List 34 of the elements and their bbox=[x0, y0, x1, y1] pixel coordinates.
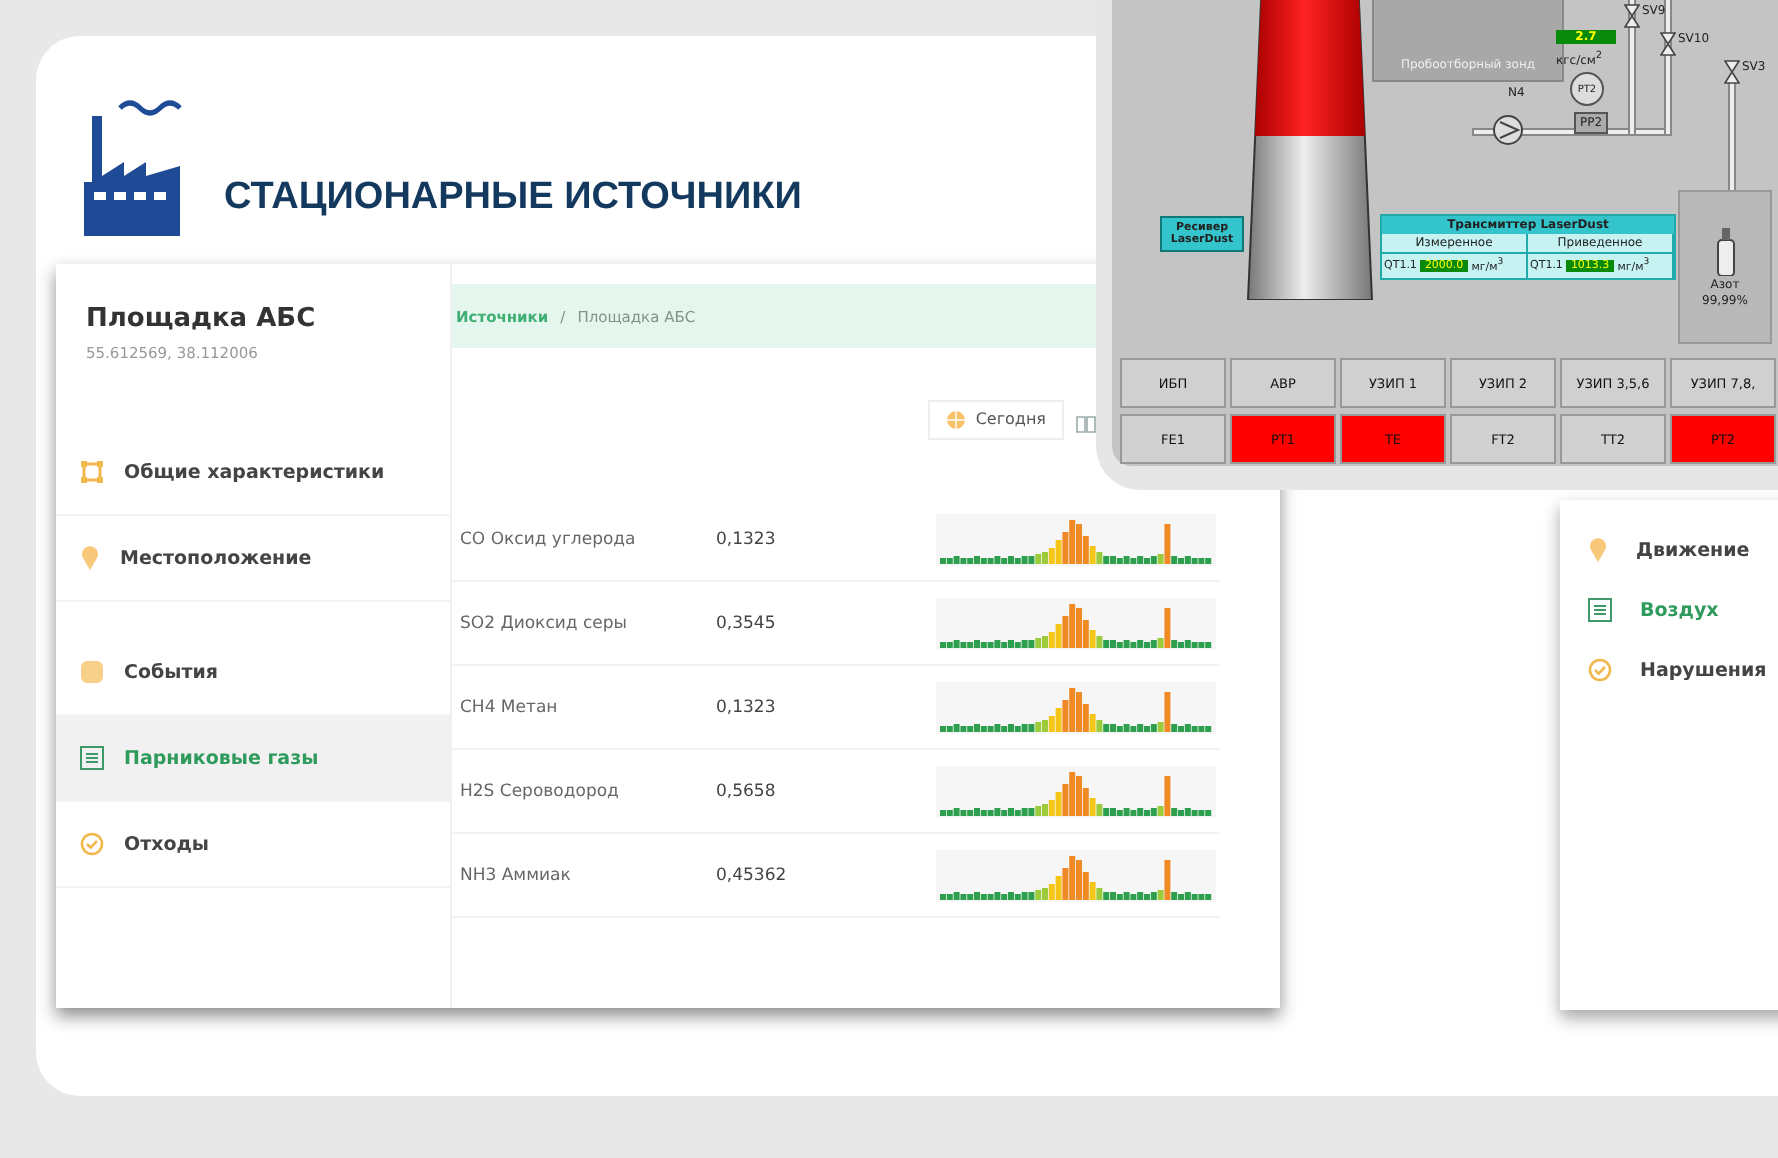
gas-value: 0,45362 bbox=[716, 865, 789, 885]
gas-name: SO2 Диоксид серы bbox=[460, 613, 629, 633]
date-button[interactable]: Сегодня bbox=[927, 399, 1064, 439]
gas-name: CH4 Метан bbox=[460, 697, 560, 717]
check-circle-icon bbox=[1588, 658, 1612, 682]
sidebar-item[interactable]: Нарушения bbox=[1588, 640, 1778, 700]
sidebar-item[interactable]: Общие характеристики bbox=[56, 430, 450, 516]
gas-value: 0,1323 bbox=[716, 529, 778, 549]
site-name: Площадка АБС bbox=[84, 304, 318, 334]
sidebar-item[interactable]: Местоположение bbox=[56, 516, 450, 602]
gas-bottle-icon bbox=[1715, 227, 1735, 275]
gas-name: NH3 Аммиак bbox=[460, 865, 573, 885]
globe-icon bbox=[945, 409, 966, 429]
gas-value: 0,3545 bbox=[716, 613, 778, 633]
gas-name: H2S Сероводород bbox=[460, 781, 621, 801]
calendar-icon bbox=[80, 660, 104, 684]
valve-icon bbox=[1724, 60, 1740, 84]
gas-name: CO Оксид углерода bbox=[460, 529, 638, 549]
pump-icon bbox=[1492, 114, 1524, 146]
check-circle-icon bbox=[80, 832, 104, 856]
gas-value: 0,1323 bbox=[716, 697, 778, 717]
location-pin-icon bbox=[1588, 538, 1608, 562]
book-icon[interactable] bbox=[1076, 413, 1096, 433]
sidebar-item[interactable]: Воздух bbox=[1588, 580, 1778, 640]
valve-icon bbox=[1624, 4, 1640, 28]
sidebar-item[interactable]: Отходы bbox=[56, 802, 450, 888]
valve-icon bbox=[1660, 32, 1676, 56]
location-pin-icon bbox=[80, 546, 100, 570]
gas-value: 0,5658 bbox=[716, 781, 778, 801]
page-title: СТАЦИОНАРНЫЕ ИСТОЧНИКИ bbox=[224, 176, 802, 220]
sidebar-item[interactable]: Движение bbox=[1588, 520, 1778, 580]
list-icon bbox=[80, 746, 104, 770]
frame-icon bbox=[80, 460, 104, 484]
list-icon bbox=[1588, 598, 1612, 622]
